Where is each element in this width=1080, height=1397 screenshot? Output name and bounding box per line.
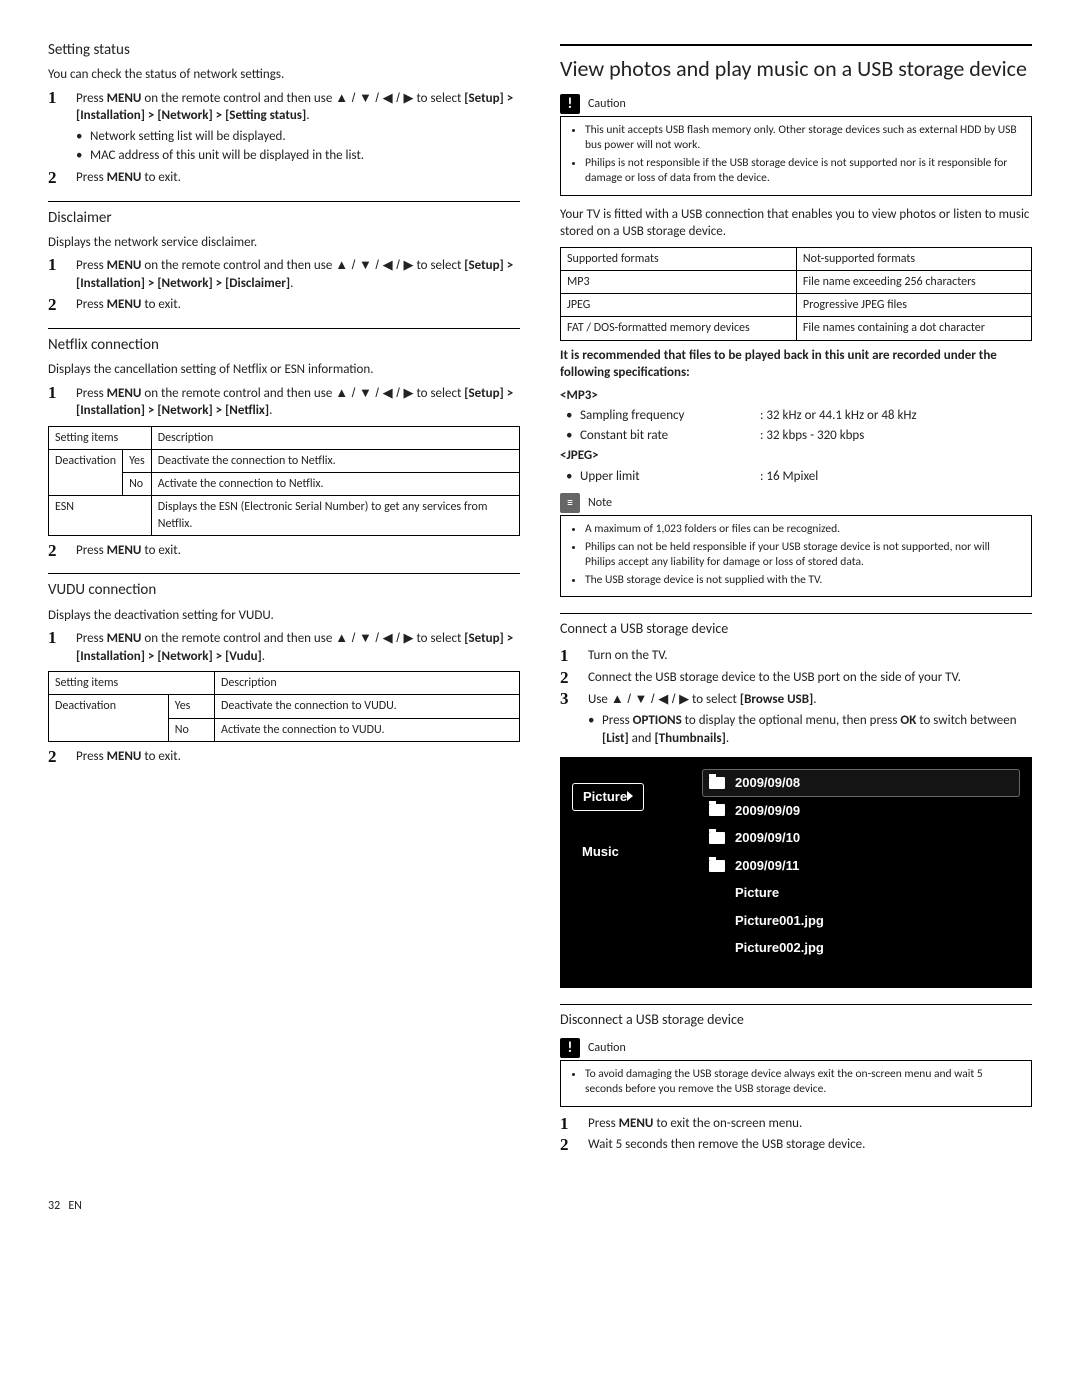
disconnect-usb-title: Disconnect a USB storage device — [560, 1004, 1032, 1030]
caution-icon: ! — [560, 1038, 580, 1058]
netflix-intro: Displays the cancellation setting of Net… — [48, 361, 520, 379]
note-icon: ≡ — [560, 493, 580, 513]
disconnect-step1: 1 Press MENU to exit the on-screen menu. — [560, 1115, 1032, 1133]
arrow-icons: ▲ / ▼ / ◀ / ▶ — [335, 385, 413, 400]
setting-status-intro: You can check the status of network sett… — [48, 66, 520, 84]
folder-icon — [709, 860, 725, 872]
usb-browser-screenshot: Picture Music 2009/09/08 2009/09/09 2009… — [560, 757, 1032, 988]
usb-caution-box: This unit accepts USB flash memory only.… — [560, 116, 1032, 196]
netflix-step1: 1 Press MENU on the remote control and t… — [48, 384, 520, 420]
connect-step2: 2Connect the USB storage device to the U… — [560, 669, 1032, 687]
setting-status-step2: 2 Press MENU to exit. — [48, 169, 520, 187]
usb-item: 2009/09/11 — [702, 852, 1020, 880]
usb-item: Picture002.jpg — [702, 934, 1020, 962]
left-column: Setting status You can check the status … — [48, 40, 520, 1158]
arrow-icons: ▲ / ▼ / ◀ / ▶ — [335, 257, 413, 272]
netflix-table: Setting itemsDescription DeactivationYes… — [48, 426, 520, 536]
setting-status-step1: 1 Press MENU on the remote control and t… — [48, 89, 520, 165]
folder-icon — [709, 804, 725, 816]
vudu-step1: 1 Press MENU on the remote control and t… — [48, 629, 520, 665]
folder-icon — [709, 832, 725, 844]
page-footer: 32 EN — [48, 1198, 1032, 1214]
arrow-icons: ▲ / ▼ / ◀ / ▶ — [335, 630, 413, 645]
usb-category-music: Music — [572, 839, 702, 865]
usb-note-box: A maximum of 1,023 folders or files can … — [560, 515, 1032, 597]
folder-icon — [709, 777, 725, 789]
usb-intro: Your TV is fitted with a USB connection … — [560, 206, 1032, 241]
connect-step3: 3 Use ▲ / ▼ / ◀ / ▶ to select [Browse US… — [560, 690, 1032, 747]
vudu-title: VUDU connection — [48, 573, 520, 600]
disconnect-caution-box: To avoid damaging the USB storage device… — [560, 1060, 1032, 1107]
usb-item: Picture — [702, 879, 1020, 907]
disclaimer-step1: 1 Press MENU on the remote control and t… — [48, 256, 520, 292]
usb-category-picture: Picture — [572, 783, 644, 811]
usb-item: 2009/09/09 — [702, 797, 1020, 825]
vudu-table: Setting itemsDescription DeactivationYes… — [48, 671, 520, 742]
disclaimer-intro: Displays the network service disclaimer. — [48, 234, 520, 252]
usb-item: Picture001.jpg — [702, 907, 1020, 935]
usb-item: 2009/09/08 — [702, 769, 1020, 797]
arrow-icons: ▲ / ▼ / ◀ / ▶ — [335, 90, 413, 105]
right-column: View photos and play music on a USB stor… — [560, 40, 1032, 1158]
setting-status-title: Setting status — [48, 40, 520, 60]
rec-lead: It is recommended that files to be playe… — [560, 347, 1032, 382]
caution-icon: ! — [560, 94, 580, 114]
disconnect-step2: 2Wait 5 seconds then remove the USB stor… — [560, 1136, 1032, 1154]
connect-usb-title: Connect a USB storage device — [560, 613, 1032, 639]
netflix-step2: 2 Press MENU to exit. — [48, 542, 520, 560]
vudu-intro: Displays the deactivation setting for VU… — [48, 607, 520, 625]
netflix-title: Netflix connection — [48, 328, 520, 355]
usb-heading: View photos and play music on a USB stor… — [560, 54, 1032, 84]
disclaimer-step2: 2 Press MENU to exit. — [48, 296, 520, 314]
formats-table: Supported formatsNot-supported formats M… — [560, 247, 1032, 341]
connect-step1: 1Turn on the TV. — [560, 647, 1032, 665]
usb-item: 2009/09/10 — [702, 824, 1020, 852]
vudu-step2: 2 Press MENU to exit. — [48, 748, 520, 766]
arrow-icons: ▲ / ▼ / ◀ / ▶ — [611, 691, 689, 706]
disclaimer-title: Disclaimer — [48, 201, 520, 228]
